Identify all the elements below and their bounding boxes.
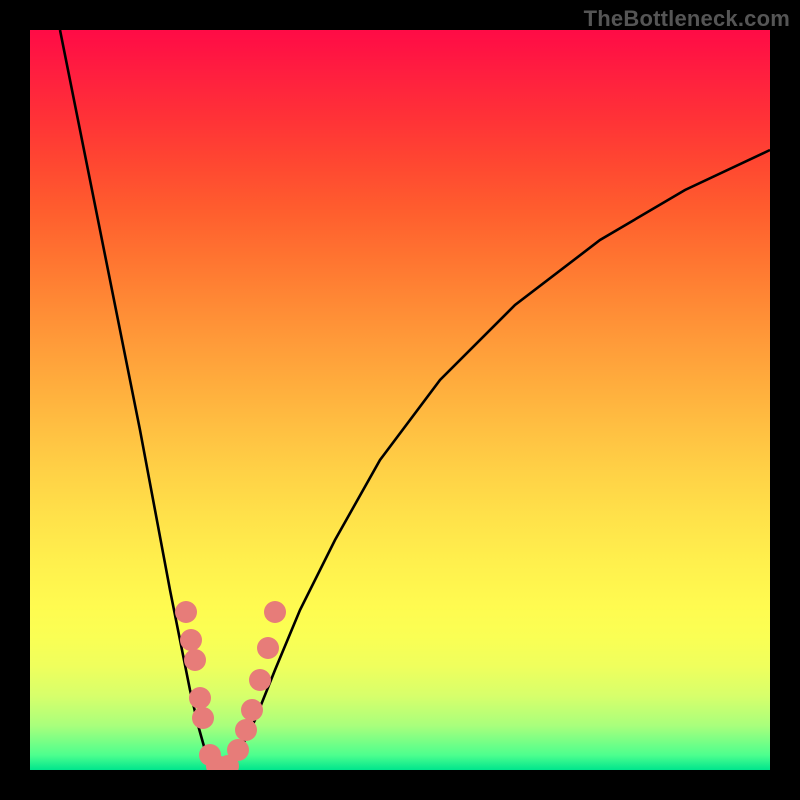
bead-marker [192, 707, 214, 729]
bead-marker [249, 669, 271, 691]
bead-marker [189, 687, 211, 709]
beads-group [175, 601, 286, 770]
watermark-text: TheBottleneck.com [584, 6, 790, 32]
curve-svg [30, 30, 770, 770]
curve-right-branch [230, 150, 770, 766]
figure-frame: TheBottleneck.com [0, 0, 800, 800]
bead-marker [235, 719, 257, 741]
bead-marker [180, 629, 202, 651]
plot-area [30, 30, 770, 770]
bead-marker [227, 739, 249, 761]
bead-marker [264, 601, 286, 623]
bead-marker [241, 699, 263, 721]
bead-marker [257, 637, 279, 659]
bead-marker [184, 649, 206, 671]
bead-marker [175, 601, 197, 623]
